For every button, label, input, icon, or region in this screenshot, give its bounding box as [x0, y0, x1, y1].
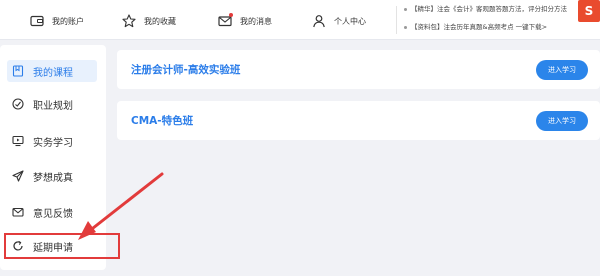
enter-study-button[interactable]: 进入学习: [536, 60, 588, 80]
sidebar-item-label: 梦想成真: [33, 172, 73, 184]
sidebar: 我的课程 职业规划 实务学习 梦想成真 意见反馈 延期申请: [0, 45, 106, 270]
unread-dot: [229, 13, 233, 17]
sidebar-item-label: 延期申请: [33, 242, 73, 254]
sidebar-item-feedback[interactable]: 意见反馈: [7, 201, 97, 223]
sidebar-item-label: 我的课程: [33, 67, 73, 79]
enter-study-button[interactable]: 进入学习: [536, 111, 588, 131]
bullet-icon: [404, 25, 407, 29]
nav-my-favorites[interactable]: 我的收藏: [122, 12, 176, 30]
nav-my-favorites-label: 我的收藏: [144, 16, 176, 26]
nav-my-account[interactable]: 我的账户: [30, 12, 84, 30]
notice-link-1[interactable]: 【精华】注会《会计》客观题答题方法，评分扣分方法: [404, 3, 567, 13]
nav-my-messages-label: 我的消息: [240, 16, 272, 26]
envelope-icon: [218, 13, 233, 28]
notice-text-2: 【资料包】注会历年真题&高频考点 一键下载>: [411, 23, 548, 31]
top-bar: 我的账户 我的收藏 我的消息 个人中心 【精华】注会《会计》客观题答题方法，评分…: [0, 0, 600, 40]
nav-profile-center-label: 个人中心: [334, 16, 366, 26]
sidebar-item-label: 意见反馈: [33, 208, 73, 220]
course-card: 注册会计师-高效实验班 进入学习: [117, 50, 600, 89]
sidebar-item-extension-request[interactable]: 延期申请: [7, 235, 97, 257]
course-title[interactable]: 注册会计师-高效实验班: [131, 62, 240, 77]
notice-text-1: 【精华】注会《会计》客观题答题方法，评分扣分方法: [411, 5, 567, 13]
notice-link-2[interactable]: 【资料包】注会历年真题&高频考点 一键下载>: [404, 21, 547, 31]
wallet-icon: [30, 14, 44, 28]
refresh-icon: [12, 240, 24, 252]
course-title[interactable]: CMA-特色班: [131, 113, 193, 128]
book-icon: [12, 65, 24, 77]
sidebar-item-label: 实务学习: [33, 137, 73, 149]
sidebar-item-career-planning[interactable]: 职业规划: [7, 93, 97, 115]
brand-logo: S: [578, 0, 600, 22]
paper-plane-icon: [12, 170, 24, 182]
nav-my-account-label: 我的账户: [52, 16, 84, 26]
user-icon: [312, 14, 326, 28]
nav-profile-center[interactable]: 个人中心: [312, 12, 366, 30]
bullet-icon: [404, 7, 407, 11]
sidebar-item-dream-come-true[interactable]: 梦想成真: [7, 165, 97, 187]
compass-icon: [12, 98, 24, 110]
course-card: CMA-特色班 进入学习: [117, 101, 600, 140]
screen-icon: [12, 135, 24, 147]
nav-my-messages[interactable]: 我的消息: [218, 12, 272, 30]
divider: [396, 6, 397, 34]
sidebar-item-label: 职业规划: [33, 100, 73, 112]
mail-icon: [12, 206, 24, 218]
sidebar-item-my-courses[interactable]: 我的课程: [7, 60, 97, 82]
sidebar-item-practice-study[interactable]: 实务学习: [7, 130, 97, 152]
star-icon: [122, 14, 136, 28]
